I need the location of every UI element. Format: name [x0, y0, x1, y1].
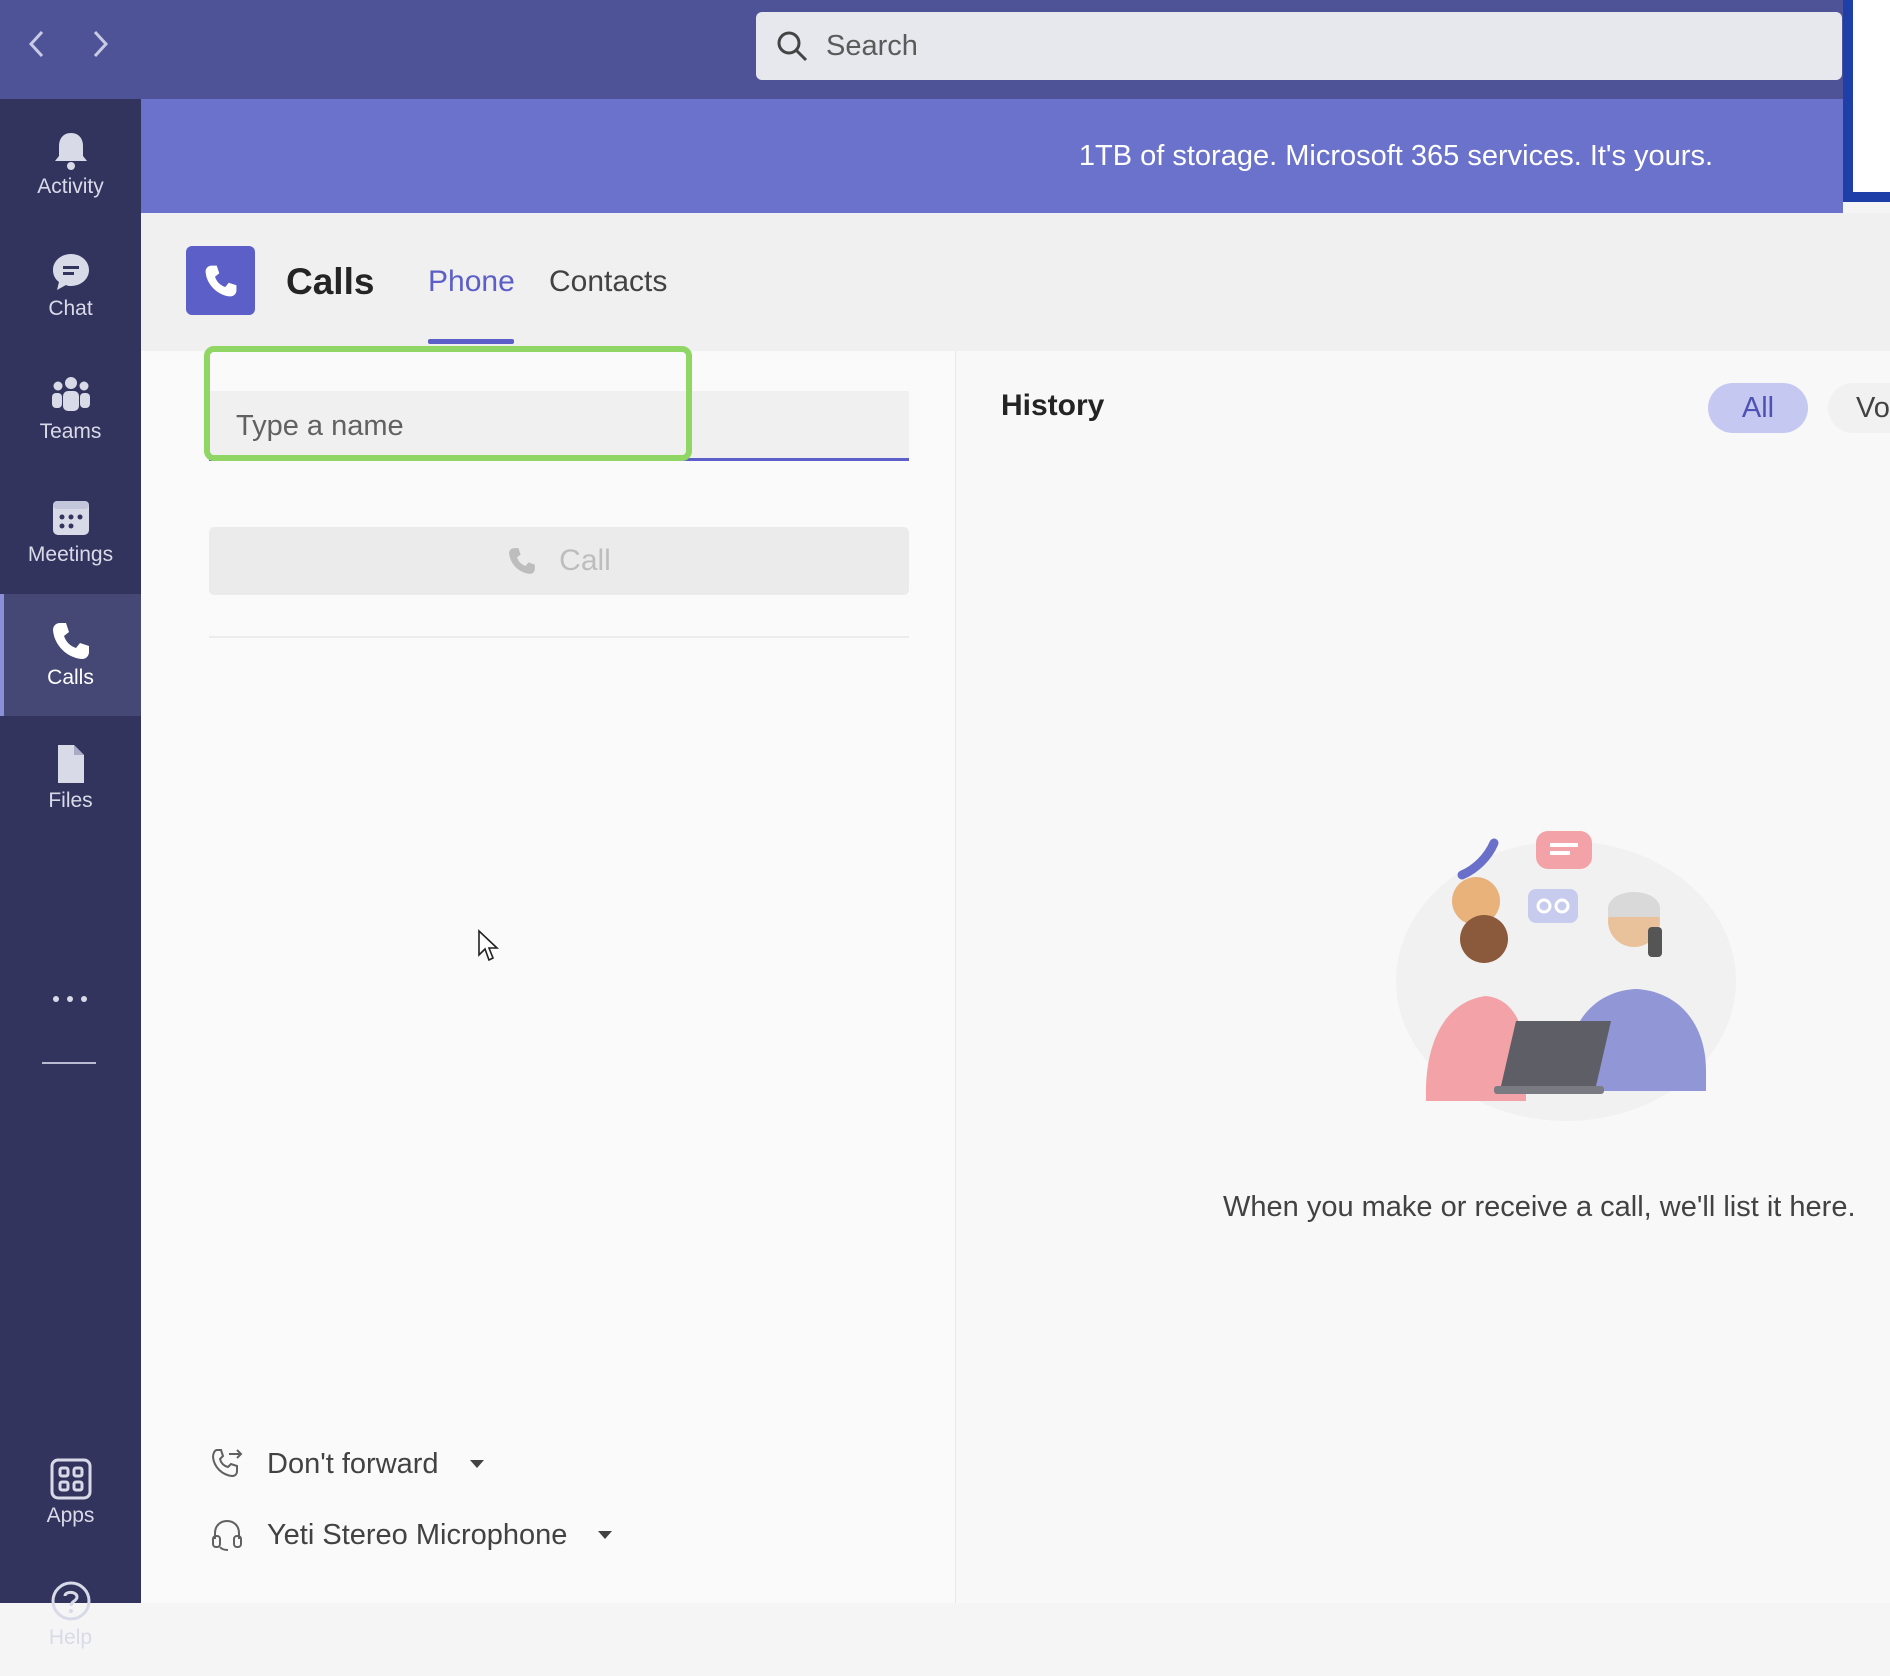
rail-item-meetings[interactable]: Meetings [0, 471, 141, 593]
side-panel-edge [1843, 0, 1890, 202]
call-forwarding-selector[interactable]: Don't forward [209, 1446, 485, 1482]
calls-header: Calls Phone Contacts [141, 213, 1890, 352]
rail-item-help[interactable]: Help [0, 1554, 141, 1676]
rail-label-files: Files [48, 789, 93, 812]
filter-all[interactable]: All [1708, 383, 1808, 433]
rail-item-calls[interactable]: Calls [0, 594, 141, 716]
search-input[interactable] [824, 28, 1728, 64]
rail-label-activity: Activity [37, 175, 104, 198]
rail-item-apps[interactable]: Apps [0, 1432, 141, 1554]
name-field[interactable] [209, 391, 909, 461]
call-button-label: Call [559, 544, 611, 577]
chevron-down-icon [598, 1531, 613, 1539]
banner-text: 1TB of storage. Microsoft 365 services. … [1078, 139, 1713, 172]
calendar-icon [52, 501, 89, 535]
phone-icon [205, 265, 236, 296]
filter-voicemail[interactable]: Vo [1828, 383, 1890, 433]
chevron-down-icon [469, 1460, 484, 1468]
call-forward-icon [211, 1449, 243, 1478]
headset-icon [212, 1519, 242, 1551]
teams-icon [51, 377, 90, 411]
rail-item-files[interactable]: Files [0, 717, 141, 839]
calls-app-tile [186, 246, 255, 315]
rail-label-teams: Teams [39, 420, 102, 443]
tab-contacts[interactable]: Contacts [549, 265, 667, 299]
forward-button[interactable] [78, 22, 122, 66]
active-tab-indicator [428, 339, 514, 344]
phone-icon [52, 623, 89, 659]
history-title: History [1001, 389, 1105, 422]
search-icon [777, 31, 808, 62]
title-bar [0, 0, 1890, 99]
divider [209, 636, 909, 638]
apps-icon [50, 1458, 91, 1500]
page-title: Calls [286, 261, 375, 302]
search-bar[interactable] [756, 12, 1842, 80]
device-label: Yeti Stereo Microphone [267, 1518, 568, 1551]
chevron-right-icon [93, 30, 109, 58]
back-button[interactable] [15, 22, 59, 66]
bell-icon [54, 133, 87, 170]
dialer-pane: Call Don't forward Yeti Stereo Microphon… [141, 346, 956, 1603]
history-pane: History All Vo When you make or receive … [956, 351, 1890, 1603]
file-icon [57, 745, 84, 783]
name-input[interactable] [234, 405, 878, 447]
empty-history-message: When you make or receive a call, we'll l… [1223, 1191, 1856, 1223]
empty-history-illustration [1396, 831, 1736, 1121]
promo-banner[interactable]: 1TB of storage. Microsoft 365 services. … [141, 99, 1843, 213]
rail-item-teams[interactable]: Teams [0, 348, 141, 470]
rail-label-meetings: Meetings [27, 543, 114, 566]
forward-label: Don't forward [267, 1447, 439, 1480]
rail-label-calls: Calls [47, 666, 94, 689]
audio-device-selector[interactable]: Yeti Stereo Microphone [209, 1517, 613, 1553]
tab-phone[interactable]: Phone [428, 265, 515, 299]
mouse-cursor-icon [478, 929, 500, 962]
rail-item-chat[interactable]: Chat [0, 225, 141, 347]
rail-divider [42, 1062, 96, 1064]
chat-icon [52, 254, 89, 290]
chevron-left-icon [28, 30, 44, 58]
app-rail: Activity Chat Teams Meetings Calls Files… [0, 99, 141, 1649]
rail-item-activity[interactable]: Activity [0, 103, 141, 225]
rail-label-apps: Apps [46, 1504, 95, 1527]
phone-icon [509, 548, 536, 574]
rail-label-help: Help [48, 1626, 93, 1649]
more-apps-button[interactable] [40, 979, 100, 1019]
call-button[interactable]: Call [209, 527, 909, 595]
rail-label-chat: Chat [48, 297, 93, 320]
help-icon [51, 1581, 90, 1621]
